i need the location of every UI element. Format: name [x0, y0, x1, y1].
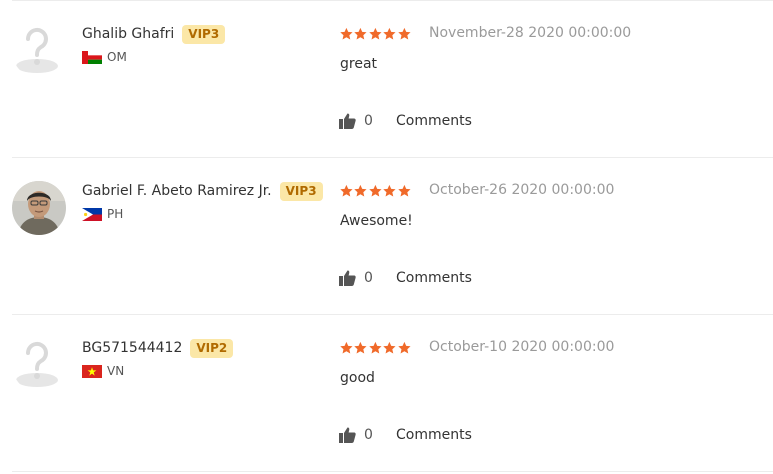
review-item: BG571544412 VIP2 VN October-10 2020 00:0…	[0, 314, 773, 471]
star-rating	[339, 27, 411, 41]
country-code: OM	[107, 50, 127, 64]
comments-link[interactable]: Comments	[396, 427, 472, 443]
review-date: November-28 2020 00:00:00	[429, 25, 632, 41]
placeholder-avatar-icon	[12, 338, 66, 392]
philippines-flag-icon	[82, 207, 102, 221]
star-icon	[397, 27, 411, 40]
star-rating	[339, 184, 411, 198]
vip-badge: VIP3	[182, 24, 226, 44]
vip-badge: VIP2	[190, 338, 234, 358]
star-rating	[339, 341, 411, 355]
country-code: PH	[107, 207, 124, 221]
username: Ghalib Ghafri	[82, 26, 175, 42]
star-icon	[383, 184, 396, 197]
star-icon	[369, 184, 382, 197]
star-icon	[397, 184, 411, 197]
review-date: October-26 2020 00:00:00	[429, 182, 615, 198]
country-code: VN	[107, 364, 125, 378]
star-icon	[340, 341, 353, 354]
like-count: 0	[364, 113, 373, 129]
divider	[12, 471, 773, 472]
star-icon	[354, 184, 367, 197]
star-icon	[369, 27, 382, 40]
star-icon	[354, 27, 367, 40]
comments-link[interactable]: Comments	[396, 270, 472, 286]
thumbs-up-icon[interactable]	[339, 270, 356, 286]
review-item: Gabriel F. Abeto Ramirez Jr. VIP3 PH Oct…	[0, 157, 773, 314]
star-icon	[383, 27, 396, 40]
vietnam-flag-icon	[82, 364, 102, 378]
username: BG571544412	[82, 340, 183, 356]
review-date: October-10 2020 00:00:00	[429, 339, 615, 355]
star-icon	[397, 341, 411, 354]
user-avatar-photo	[12, 181, 66, 235]
review-text: Awesome!	[340, 213, 413, 229]
like-count: 0	[364, 427, 373, 443]
star-icon	[354, 341, 367, 354]
username: Gabriel F. Abeto Ramirez Jr.	[82, 183, 272, 199]
vip-badge: VIP3	[279, 181, 323, 201]
star-icon	[340, 27, 353, 40]
thumbs-up-icon[interactable]	[339, 427, 356, 443]
star-icon	[383, 341, 396, 354]
placeholder-avatar-icon	[12, 24, 66, 78]
comments-link[interactable]: Comments	[396, 113, 472, 129]
thumbs-up-icon[interactable]	[339, 113, 356, 129]
star-icon	[369, 341, 382, 354]
review-text: good	[340, 370, 375, 386]
like-count: 0	[364, 270, 373, 286]
review-text: great	[340, 56, 378, 72]
review-item: Ghalib Ghafri VIP3 OM November-28 2020 0…	[0, 0, 773, 157]
oman-flag-icon	[82, 50, 102, 64]
star-icon	[340, 184, 353, 197]
